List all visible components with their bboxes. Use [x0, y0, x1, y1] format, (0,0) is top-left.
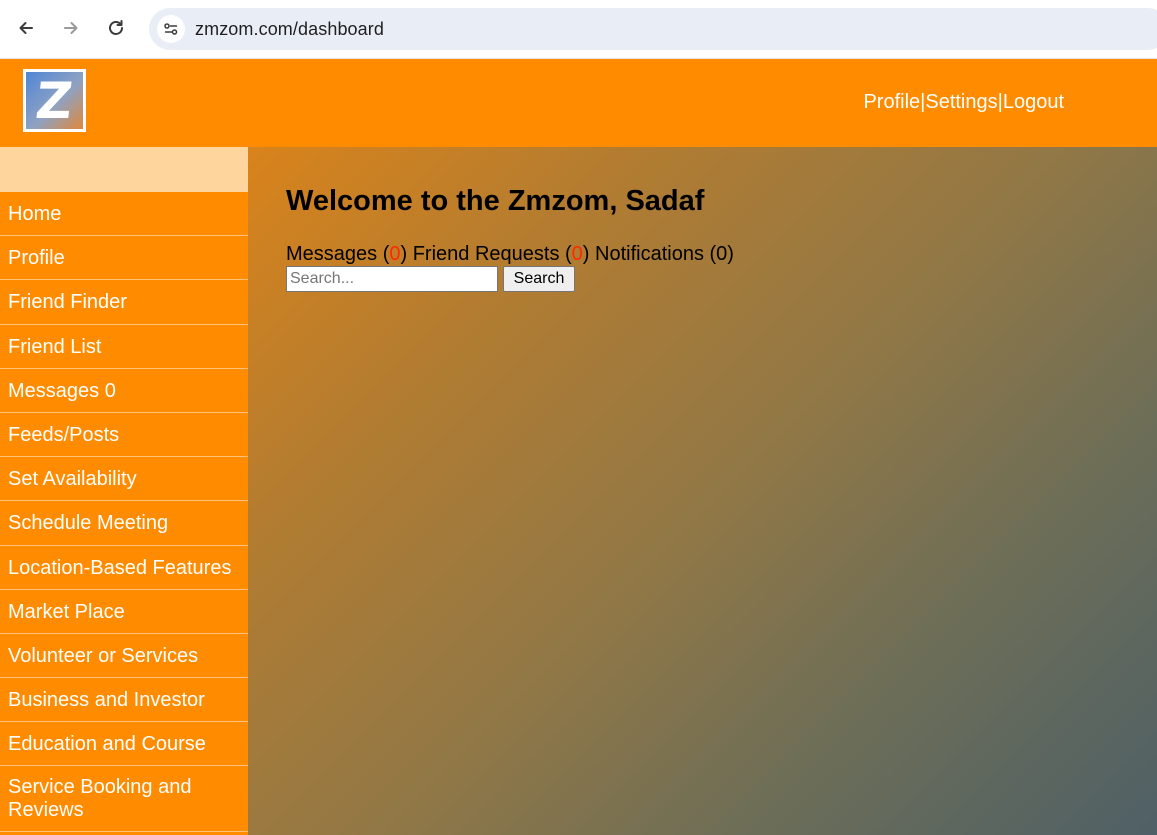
back-arrow-icon[interactable] — [11, 13, 41, 43]
sidebar-item-location-based-features[interactable]: Location-Based Features — [0, 546, 248, 590]
sidebar-item-set-availability[interactable]: Set Availability — [0, 457, 248, 502]
forward-arrow-icon[interactable] — [56, 13, 86, 43]
header-nav: Profile|Settings|Logout — [863, 91, 1064, 114]
activity-counts: Messages (0) Friend Requests (0) Notific… — [286, 243, 734, 266]
site-info-icon[interactable] — [157, 15, 185, 43]
sidebar-item-messages[interactable]: Messages 0 — [0, 369, 248, 413]
sidebar-item-feeds-posts[interactable]: Feeds/Posts — [0, 413, 248, 458]
profile-link[interactable]: Profile — [863, 91, 920, 113]
sidebar-item-profile[interactable]: Profile — [0, 236, 248, 281]
sidebar-item-business-investor[interactable]: Business and Investor — [0, 678, 248, 723]
sidebar-item-schedule-meeting[interactable]: Schedule Meeting — [0, 501, 248, 546]
zmzom-logo[interactable]: Z — [23, 69, 86, 132]
sidebar-top-spacer — [0, 147, 248, 192]
logout-link[interactable]: Logout — [1003, 91, 1064, 113]
settings-link[interactable]: Settings — [925, 91, 997, 113]
url-text[interactable]: zmzom.com/dashboard — [195, 19, 384, 40]
sidebar-item-volunteer-services[interactable]: Volunteer or Services — [0, 634, 248, 679]
notifications-label: ) Notifications (0) — [582, 243, 734, 265]
welcome-heading: Welcome to the Zmzom, Sadaf — [286, 185, 705, 217]
site-header: Z Profile|Settings|Logout — [0, 59, 1157, 147]
browser-toolbar: zmzom.com/dashboard — [0, 0, 1157, 59]
sidebar-item-home[interactable]: Home — [0, 192, 248, 237]
address-bar[interactable]: zmzom.com/dashboard — [149, 8, 1157, 50]
sidebar-item-service-booking-reviews[interactable]: Service Booking and Reviews — [0, 766, 248, 833]
sidebar-item-education-course[interactable]: Education and Course — [0, 722, 248, 767]
logo-letter: Z — [33, 71, 76, 130]
sidebar: Home Profile Friend Finder Friend List M… — [0, 147, 248, 835]
messages-count: 0 — [389, 243, 401, 265]
search-button[interactable]: Search — [503, 266, 575, 292]
reload-icon[interactable] — [101, 13, 131, 43]
sidebar-item-market-place[interactable]: Market Place — [0, 590, 248, 634]
friend-requests-count: 0 — [571, 243, 583, 265]
sidebar-item-friend-list[interactable]: Friend List — [0, 325, 248, 369]
sidebar-item-friend-finder[interactable]: Friend Finder — [0, 280, 248, 325]
messages-count-label: Messages ( — [286, 243, 390, 265]
search-input[interactable] — [286, 266, 498, 292]
main-content: Welcome to the Zmzom, Sadaf Messages (0)… — [248, 147, 1157, 835]
friend-requests-label: ) Friend Requests ( — [400, 243, 572, 265]
